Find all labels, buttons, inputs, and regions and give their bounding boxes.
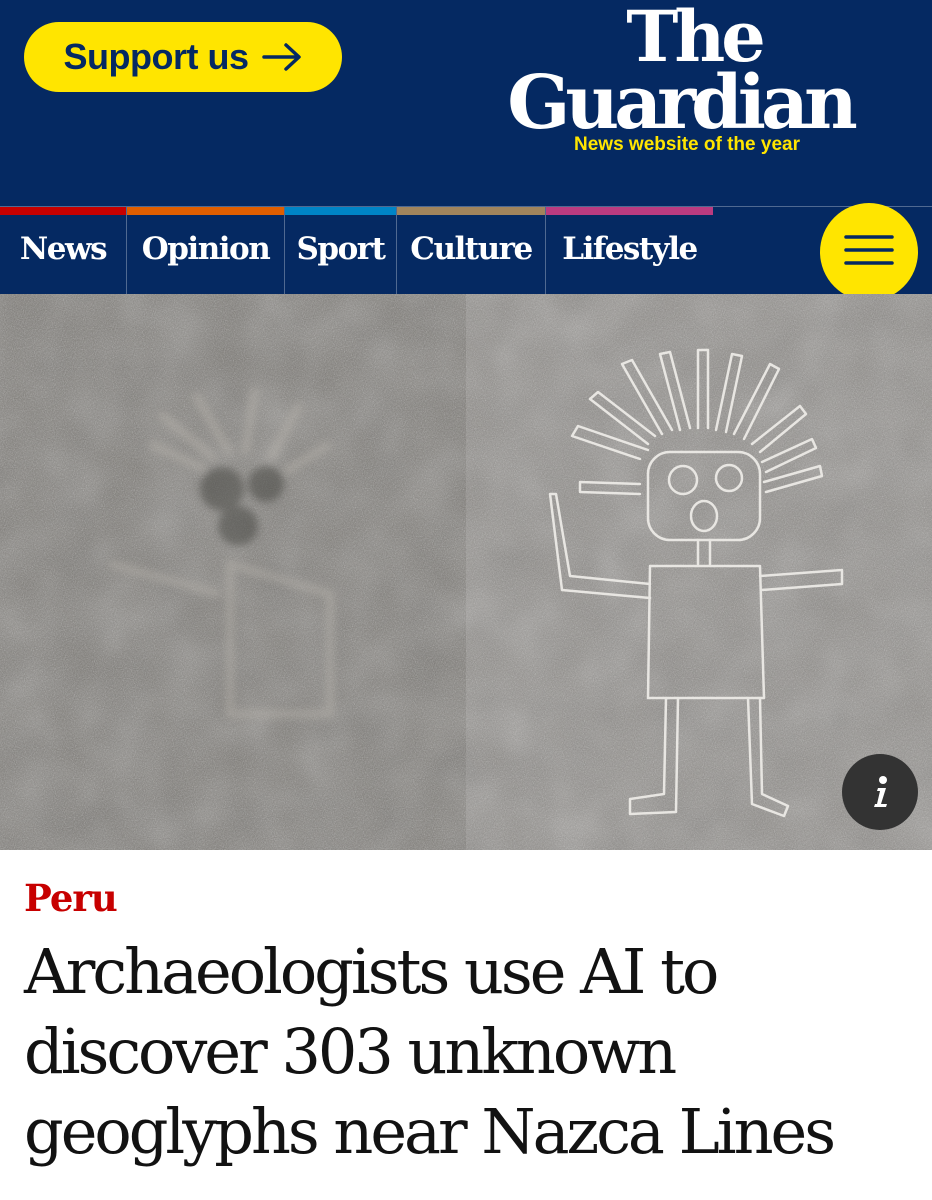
geoglyph-photo — [0, 294, 932, 850]
pillar-color-bar — [127, 207, 284, 215]
pillar-nav: News Opinion Sport Culture Lifestyle — [0, 203, 932, 301]
hamburger-menu-icon — [844, 233, 894, 272]
article-headline: Archaeologists use AI to discover 303 un… — [24, 935, 836, 1168]
nav-item-lifestyle[interactable]: Lifestyle — [546, 207, 713, 295]
menu-button[interactable] — [820, 203, 918, 301]
section-kicker-link[interactable]: Peru — [24, 876, 118, 920]
support-us-button[interactable]: Support us — [24, 22, 342, 92]
masthead: Support us The Guardian News website of … — [0, 0, 932, 206]
guardian-logo[interactable]: The Guardian — [470, 2, 890, 146]
nav-item-sport[interactable]: Sport — [285, 207, 397, 295]
nav-item-label: Opinion — [141, 231, 271, 267]
nav-item-label: News — [19, 231, 108, 267]
image-info-button[interactable] — [842, 754, 918, 830]
hero-image — [0, 294, 932, 850]
pillar-color-bar — [397, 207, 545, 215]
logo-tagline: News website of the year — [574, 134, 800, 155]
nav-item-culture[interactable]: Culture — [397, 207, 546, 295]
pillar-list: News Opinion Sport Culture Lifestyle — [0, 207, 713, 295]
nav-item-opinion[interactable]: Opinion — [127, 207, 285, 295]
pillar-color-bar — [0, 207, 126, 215]
nav-item-label: Culture — [410, 231, 533, 267]
nav-item-news[interactable]: News — [0, 207, 127, 295]
logo-guardian: Guardian — [507, 60, 858, 146]
nav-item-label: Sport — [296, 231, 386, 267]
pillar-color-bar — [546, 207, 713, 215]
nav-item-label: Lifestyle — [562, 231, 698, 267]
pillar-color-bar — [285, 207, 396, 215]
info-icon — [860, 772, 900, 812]
support-us-label: Support us — [63, 36, 249, 77]
arrow-right-icon — [262, 42, 302, 72]
